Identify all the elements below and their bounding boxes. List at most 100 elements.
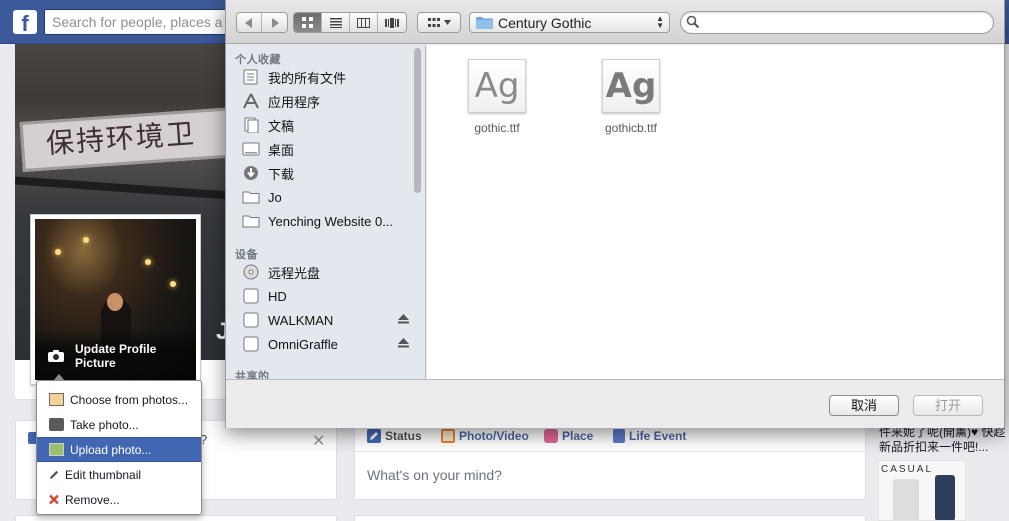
menu-item-choose-from-photos[interactable]: Choose from photos... [37, 387, 201, 412]
composer-tab-label: Photo/Video [459, 429, 529, 443]
sidebar-item-yenching-website[interactable]: Yenching Website 0... [242, 210, 414, 232]
ad-figure-white [893, 479, 919, 520]
open-button[interactable]: 打开 [913, 395, 983, 416]
file-item-gothic[interactable]: Ag gothic.ttf [447, 59, 547, 135]
sidebar-item-downloads[interactable]: 下载 [242, 162, 414, 184]
sidebar-item-omnigraffle[interactable]: OmniGraffle [242, 333, 414, 355]
eject-icon[interactable] [398, 338, 409, 348]
cover-cable [15, 176, 230, 200]
font-preview-thumbnail: Ag [468, 59, 526, 113]
composer-tab-label: Place [562, 429, 594, 443]
composer-tab-life-event[interactable]: Life Event [613, 428, 686, 444]
cover-flow-view-button[interactable] [378, 13, 406, 32]
dialog-footer: 取消 打开 [226, 379, 1004, 428]
status-composer [354, 420, 866, 500]
sidebar-item-desktop[interactable]: 桌面 [242, 138, 414, 160]
street-lamp [170, 281, 176, 287]
arrange-menu-button[interactable] [417, 12, 461, 33]
sidebar-header-devices: 设备 [235, 249, 258, 261]
back-button[interactable] [237, 13, 263, 32]
menu-item-remove[interactable]: Remove... [37, 487, 201, 512]
street-lamp [145, 259, 151, 265]
update-profile-picture-button[interactable]: Update Profile Picture [75, 342, 185, 370]
list-view-icon [329, 17, 342, 28]
sidebar-item-applications[interactable]: 应用程序 [242, 90, 414, 112]
downloads-icon [244, 166, 258, 180]
icon-view-icon [302, 17, 313, 28]
dialog-search-input[interactable] [680, 11, 994, 34]
sidebar-header-favorites: 个人收藏 [235, 54, 281, 66]
path-popup-menu[interactable]: Century Gothic ▲ ▼ [469, 12, 670, 33]
facebook-logo[interactable]: f [13, 10, 37, 34]
composer-tab-label: Life Event [629, 429, 687, 443]
left-card-secondary [15, 515, 337, 521]
menu-item-label: Remove... [65, 492, 120, 507]
cancel-button[interactable]: 取消 [829, 395, 899, 416]
profile-photo[interactable]: Update Profile Picture [35, 219, 196, 380]
sidebar-item-label: 应用程序 [268, 94, 321, 110]
camera-icon [48, 350, 64, 362]
external-drive-icon [243, 336, 259, 352]
chevron-down-icon [443, 20, 451, 25]
open-file-dialog: Century Gothic ▲ ▼ 个人收藏 我的所有文件 应用程序 文稿 桌面… [225, 0, 1005, 428]
sidebar-item-label: Jo [268, 189, 282, 205]
documents-icon [244, 117, 259, 133]
arrange-grid-icon [427, 17, 440, 27]
ad-image[interactable]: CASUAL [878, 460, 966, 521]
status-pencil-icon [367, 429, 381, 443]
composer-tab-label: Status [385, 429, 422, 443]
list-view-button[interactable] [322, 13, 350, 32]
view-mode-control [293, 12, 407, 33]
sidebar-item-documents[interactable]: 文稿 [242, 114, 414, 136]
file-name: gothicb.ttf [604, 121, 658, 135]
pencil-icon [49, 470, 59, 480]
eject-icon[interactable] [398, 314, 409, 324]
remove-x-icon [49, 494, 59, 505]
menu-item-take-photo[interactable]: Take photo... [37, 412, 201, 437]
column-view-button[interactable] [350, 13, 378, 32]
sidebar-item-label: 下载 [268, 166, 295, 182]
photo-video-icon [441, 429, 455, 443]
composer-tab-status[interactable]: Status [367, 428, 422, 444]
ad-text[interactable]: 件来妮了呢(開薰)♥ 快趁新品折扣来一件吧!... [879, 425, 1007, 455]
folder-icon [476, 17, 493, 29]
ad-image-label: CASUAL [881, 464, 934, 475]
menu-item-upload-photo[interactable]: Upload photo... [37, 437, 201, 462]
composer-tab-place[interactable]: Place [544, 428, 593, 444]
external-drive-icon [243, 312, 259, 328]
search-icon [686, 15, 700, 29]
close-icon[interactable]: ✕ [312, 431, 325, 451]
sidebar-scrollbar[interactable] [414, 48, 421, 193]
file-item-gothicb[interactable]: Ag gothicb.ttf [581, 59, 681, 135]
forward-button[interactable] [262, 13, 287, 32]
sidebar-item-all-files[interactable]: 我的所有文件 [242, 66, 414, 88]
camera-icon [49, 418, 64, 431]
menu-item-label: Upload photo... [70, 442, 152, 457]
menu-item-edit-thumbnail[interactable]: Edit thumbnail [37, 462, 201, 487]
applications-icon [243, 93, 259, 109]
cover-sign: 保持环境卫 [19, 106, 230, 172]
profile-photo-menu: Choose from photos... Take photo... Uplo… [36, 374, 202, 515]
icon-view-button[interactable] [294, 13, 322, 32]
photo-album-icon [49, 393, 64, 406]
sidebar-item-hd[interactable]: HD [242, 285, 414, 307]
status-input[interactable]: What's on your mind? [367, 467, 502, 483]
forward-arrow-icon [271, 17, 279, 28]
composer-secondary [354, 515, 866, 521]
all-files-icon [243, 69, 258, 85]
sidebar-item-label: 我的所有文件 [268, 70, 347, 86]
composer-tab-photo-video[interactable]: Photo/Video [441, 428, 529, 444]
font-preview-thumbnail: Ag [602, 59, 660, 113]
back-forward-control [236, 12, 288, 33]
sidebar-item-remote-disc[interactable]: 远程光盘 [242, 261, 414, 283]
sidebar-item-label: WALKMAN [268, 312, 334, 328]
profile-picture-frame[interactable]: Update Profile Picture [30, 214, 201, 385]
menu-item-label: Choose from photos... [70, 392, 189, 407]
menu-item-label: Edit thumbnail [65, 467, 142, 482]
dialog-sidebar: 个人收藏 我的所有文件 应用程序 文稿 桌面 下载 Jo Yenching We… [226, 45, 426, 379]
street-lamp [83, 237, 89, 243]
sidebar-item-walkman[interactable]: WALKMAN [242, 309, 414, 331]
sidebar-item-label: 远程光盘 [268, 265, 321, 281]
remote-disc-icon [243, 264, 259, 280]
sidebar-item-jo[interactable]: Jo [242, 186, 414, 208]
